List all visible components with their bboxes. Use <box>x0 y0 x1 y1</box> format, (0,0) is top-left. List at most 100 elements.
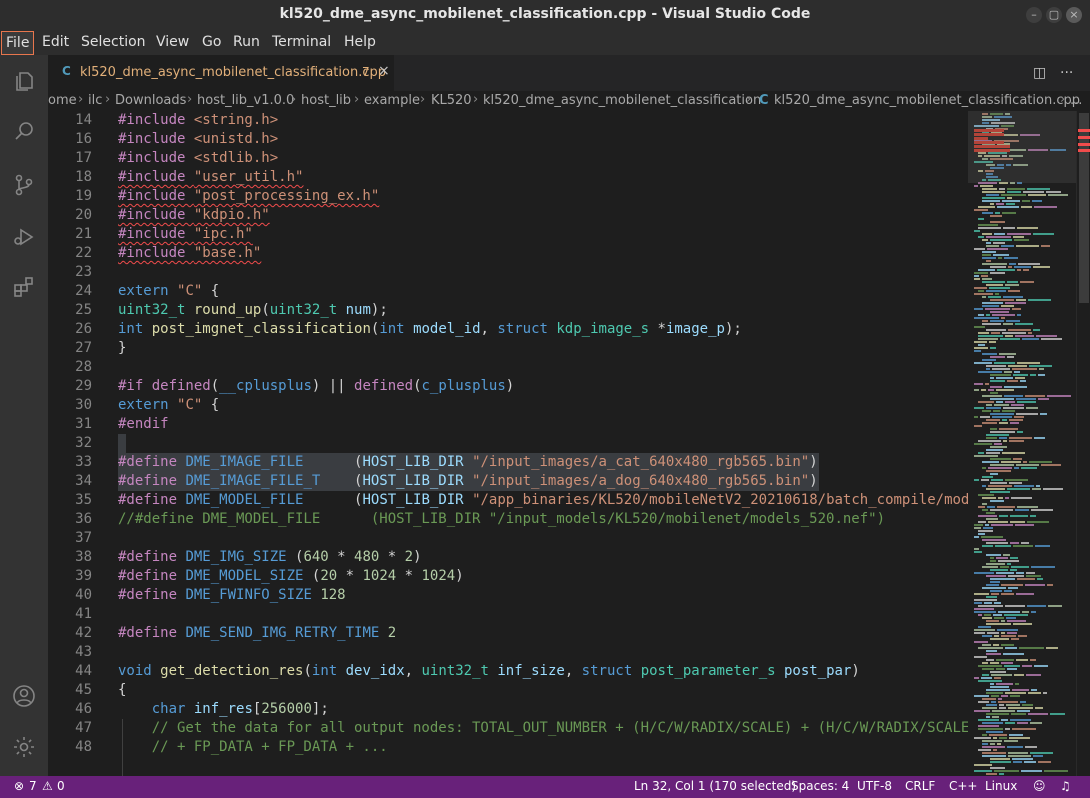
notifications-bell-icon[interactable]: ♫ <box>1060 779 1071 793</box>
code-line[interactable]: 14 #include <string.h> <box>48 111 968 130</box>
code-line[interactable]: 30 extern "C" { <box>48 396 968 415</box>
code-line[interactable]: 26 int post_imgnet_classification(int mod… <box>48 320 968 339</box>
encoding[interactable]: UTF-8 <box>857 779 892 793</box>
warning-count[interactable]: 0 <box>57 779 65 793</box>
manage-button[interactable] <box>0 723 48 771</box>
code-line[interactable]: 19 #include "post_processing_ex.h" <box>48 187 968 206</box>
minimap-line <box>1003 554 1010 556</box>
code-line[interactable]: 37 <box>48 529 968 548</box>
breadcrumb-item[interactable]: ... <box>1070 93 1082 108</box>
code-line[interactable]: 18 #include "user_util.h" <box>48 168 968 187</box>
menu-selection[interactable]: Selection <box>77 31 150 55</box>
minimap-line <box>1003 227 1015 229</box>
code-line[interactable]: 32 <box>48 434 968 453</box>
breadcrumb-item[interactable]: ome <box>48 93 77 108</box>
code-line[interactable]: 29 #if defined(__cplusplus) || defined(c_… <box>48 377 968 396</box>
code-editor[interactable]: 14 #include <string.h> 16 #include <unistd.… <box>48 111 968 776</box>
code-line[interactable]: 46 char inf_res[256000]; <box>48 700 968 719</box>
minimap-line <box>1031 611 1036 613</box>
platform[interactable]: Linux <box>985 779 1017 793</box>
close-icon: × <box>1069 8 1079 21</box>
menu-file[interactable]: File <box>1 31 35 55</box>
code-line[interactable]: 41 <box>48 605 968 624</box>
code-line[interactable]: 40 #define DME_FWINFO_SIZE 128 <box>48 586 968 605</box>
menu-help[interactable]: Help <box>340 31 380 55</box>
minimap-line <box>1001 662 1013 664</box>
code-line[interactable]: 35 #define DME_MODEL_FILE (HOST_LIB_DIR "… <box>48 491 968 510</box>
code-text: #include <stdlib.h> <box>118 150 279 166</box>
language-mode[interactable]: C++ <box>949 779 978 793</box>
maximize-button[interactable]: ▢ <box>1046 7 1062 23</box>
menu-go[interactable]: Go <box>198 31 225 55</box>
code-line[interactable]: 21 #include "ipc.h" <box>48 225 968 244</box>
code-line[interactable]: 27} <box>48 339 968 358</box>
minimap-line <box>978 728 1003 730</box>
menu-terminal[interactable]: Terminal <box>268 31 335 55</box>
minimap-line <box>1030 374 1036 376</box>
breadcrumb-item[interactable]: example <box>364 93 420 108</box>
menu-edit[interactable]: Edit <box>38 31 73 55</box>
breadcrumb-item[interactable]: kl520_dme_async_mobilenet_classification… <box>774 93 1080 108</box>
code-line[interactable]: 17 #include <stdlib.h> <box>48 149 968 168</box>
minimap-line <box>1006 203 1015 205</box>
code-line[interactable]: 22 #include "base.h" <box>48 244 968 263</box>
code-line[interactable]: 48 // + FP_DATA + FP_DATA + ... <box>48 738 968 757</box>
indentation[interactable]: Spaces: 4 <box>791 779 849 793</box>
menu-run[interactable]: Run <box>229 31 264 55</box>
code-line[interactable]: 36 //#define DME_MODEL_FILE (HOST_LIB_DIR… <box>48 510 968 529</box>
menu-view[interactable]: View <box>152 31 193 55</box>
warning-icon[interactable]: ⚠ <box>42 779 53 793</box>
code-line[interactable]: 23 <box>48 263 968 282</box>
search-button[interactable] <box>0 107 48 155</box>
minimap-line <box>1041 245 1050 247</box>
minimap[interactable] <box>968 111 1076 776</box>
code-line[interactable]: 20 #include "kdpio.h" <box>48 206 968 225</box>
explorer-button[interactable] <box>0 57 48 105</box>
minimap-line <box>974 764 992 766</box>
minimap-viewport-slider[interactable] <box>968 111 1076 183</box>
cursor-position[interactable]: Ln 32, Col 1 (170 selected) <box>634 779 796 793</box>
error-icon[interactable]: ⊗ <box>14 779 24 793</box>
split-editor-icon[interactable]: ◫ <box>1033 65 1046 81</box>
code-line[interactable]: 44 void get_detection_res(int dev_idx, ui… <box>48 662 968 681</box>
source-control-button[interactable] <box>0 161 48 209</box>
more-actions-icon[interactable]: ··· <box>1060 65 1073 81</box>
tab-close-icon[interactable]: × <box>378 63 390 79</box>
breadcrumb-item[interactable]: KL520 <box>431 93 472 108</box>
accounts-button[interactable] <box>0 672 48 720</box>
breadcrumb-item[interactable]: kl520_dme_async_mobilenet_classification <box>483 93 761 108</box>
code-line[interactable]: 45 { <box>48 681 968 700</box>
code-line[interactable]: 42 #define DME_SEND_IMG_RETRY_TIME 2 <box>48 624 968 643</box>
breadcrumb-item[interactable]: host_lib <box>301 93 351 108</box>
breadcrumb-item[interactable]: host_lib_v1.0.0 <box>197 93 294 108</box>
minimap-line <box>1008 752 1028 754</box>
code-line[interactable]: 25 uint32_t round_up(uint32_t num); <box>48 301 968 320</box>
minimap-line <box>974 641 988 643</box>
run-debug-button[interactable] <box>0 213 48 261</box>
code-line[interactable]: 39 #define DME_MODEL_SIZE (20 * 1024 * 10… <box>48 567 968 586</box>
minimap-line <box>990 266 1006 268</box>
extensions-button[interactable] <box>0 263 48 311</box>
scrollbar-thumb[interactable] <box>1079 113 1089 303</box>
code-line[interactable]: 43 <box>48 643 968 662</box>
code-line[interactable]: 31 #endif <box>48 415 968 434</box>
error-count[interactable]: 7 <box>29 779 37 793</box>
editor-tab[interactable]: C kl520_dme_async_mobilenet_classificati… <box>48 55 394 91</box>
breadcrumb-item[interactable]: Downloads <box>115 93 186 108</box>
minimap-line <box>996 557 1008 559</box>
line-ending[interactable]: CRLF <box>905 779 935 793</box>
code-line[interactable]: 24 extern "C" { <box>48 282 968 301</box>
close-window-button[interactable]: × <box>1066 7 1082 23</box>
code-line[interactable]: 34 #define DME_IMAGE_FILE_T (HOST_LIB_DIR… <box>48 472 968 491</box>
breadcrumb-item[interactable]: ilc <box>88 93 102 108</box>
code-line[interactable]: 16 #include <unistd.h> <box>48 130 968 149</box>
editor-scrollbar[interactable] <box>1076 111 1090 776</box>
code-line[interactable]: 47 // Get the data for all output nodes:… <box>48 719 968 738</box>
minimap-line <box>1017 227 1038 229</box>
minimize-button[interactable]: – <box>1026 7 1042 23</box>
code-line[interactable]: 33 #define DME_IMAGE_FILE (HOST_LIB_DIR "… <box>48 453 968 472</box>
code-line[interactable]: 28 <box>48 358 968 377</box>
code-line[interactable]: 38 #define DME_IMG_SIZE (640 * 480 * 2) <box>48 548 968 567</box>
line-number: 31 <box>75 416 92 432</box>
feedback-icon[interactable]: ☺ <box>1033 779 1046 793</box>
